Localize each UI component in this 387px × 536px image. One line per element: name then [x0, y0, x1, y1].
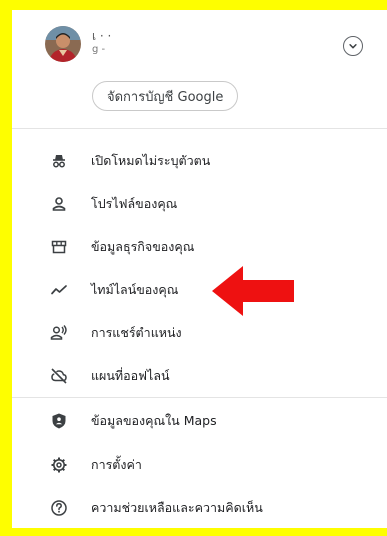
menu-item-label: ไทม์ไลน์ของคุณ [91, 282, 179, 297]
menu-item-profile[interactable]: โปรไฟล์ของคุณ [12, 183, 387, 223]
incognito-icon [50, 152, 68, 170]
menu-item-business[interactable]: ข้อมูลธุรกิจของคุณ [12, 226, 387, 266]
menu-item-help[interactable]: ความช่วยเหลือและความคิดเห็น [12, 487, 387, 527]
menu-item-settings[interactable]: การตั้งค่า [12, 444, 387, 484]
person-icon [50, 195, 68, 213]
menu-item-label: ความช่วยเหลือและความคิดเห็น [91, 500, 263, 515]
menu-item-your-data[interactable]: ข้อมูลของคุณใน Maps [12, 400, 387, 440]
account-menu-panel: เ · · g - จัดการบัญชี Google เปิดโหมดไม่… [12, 10, 387, 528]
offline-off-icon [50, 367, 68, 385]
menu-item-label: โปรไฟล์ของคุณ [91, 196, 178, 211]
chevron-down-icon[interactable] [343, 36, 363, 56]
location-sharing-icon [50, 324, 68, 342]
gear-icon [50, 456, 68, 474]
menu-item-timeline[interactable]: ไทม์ไลน์ของคุณ [12, 269, 387, 309]
menu-item-label: การแชร์ตำแหน่ง [91, 325, 182, 340]
red-arrow-annotation [210, 264, 296, 318]
menu-item-label: เปิดโหมดไม่ระบุตัวตน [91, 153, 211, 168]
help-icon [50, 499, 68, 517]
menu-item-label: การตั้งค่า [91, 457, 142, 472]
store-icon [50, 238, 68, 256]
divider [12, 397, 387, 398]
menu-item-label: ข้อมูลธุรกิจของคุณ [91, 239, 195, 254]
menu-item-label: แผนที่ออฟไลน์ [91, 368, 170, 383]
menu-item-offline-maps[interactable]: แผนที่ออฟไลน์ [12, 355, 387, 395]
menu-item-label: ข้อมูลของคุณใน Maps [91, 413, 217, 428]
manage-account-button[interactable]: จัดการบัญชี Google [92, 81, 239, 111]
shield-icon [50, 412, 68, 430]
avatar[interactable] [45, 26, 81, 62]
account-email: g - [92, 44, 106, 55]
timeline-icon [50, 281, 68, 299]
account-header: เ · · g - จัดการบัญชี Google [12, 10, 387, 129]
menu-item-incognito[interactable]: เปิดโหมดไม่ระบุตัวตน [12, 140, 387, 180]
menu-item-location-sharing[interactable]: การแชร์ตำแหน่ง [12, 312, 387, 352]
